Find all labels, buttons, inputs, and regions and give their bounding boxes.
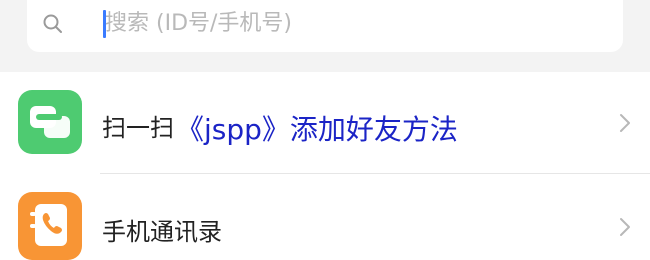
- scan-icon: [18, 90, 82, 154]
- search-area: 搜索 (ID号/手机号): [0, 0, 650, 72]
- search-box[interactable]: 搜索 (ID号/手机号): [27, 0, 623, 52]
- chevron-right-icon: [616, 110, 634, 136]
- menu-list: 扫一扫 手机通讯录: [0, 72, 650, 260]
- menu-item-phone-contacts[interactable]: 手机通讯录: [0, 174, 650, 260]
- menu-item-label: 手机通讯录: [102, 218, 222, 246]
- menu-item-label: 扫一扫: [102, 114, 174, 142]
- phone-contacts-icon: [18, 192, 82, 260]
- search-icon: [41, 12, 65, 36]
- overlay-title: 《jspp》添加好友方法: [176, 113, 458, 146]
- search-input[interactable]: 搜索 (ID号/手机号): [105, 10, 292, 38]
- chevron-right-icon: [616, 214, 634, 240]
